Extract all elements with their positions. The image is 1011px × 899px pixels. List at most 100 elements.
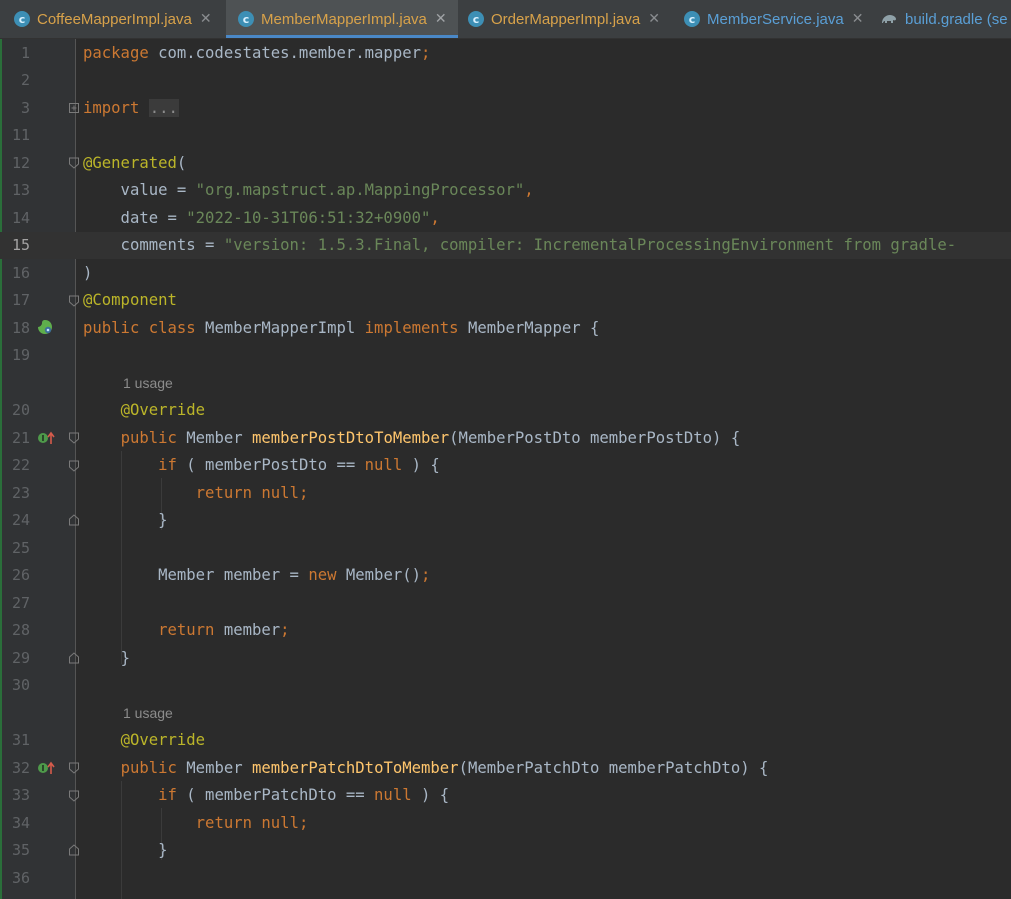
params: (MemberPatchDto memberPatchDto) { bbox=[458, 759, 769, 777]
keyword: if bbox=[158, 786, 177, 804]
semicolon: ; bbox=[420, 44, 431, 62]
close-icon[interactable]: ✕ bbox=[852, 11, 864, 27]
fold-end-icon[interactable] bbox=[69, 514, 79, 526]
string-literal: "2022-10-31T06:51:32+0900" bbox=[186, 209, 431, 227]
line-number: 25 bbox=[11, 539, 30, 557]
code-line-13[interactable]: value = "org.mapstruct.ap.MappingProcess… bbox=[83, 177, 534, 204]
line-number: 18 bbox=[11, 319, 30, 337]
fold-collapse-icon[interactable] bbox=[69, 762, 79, 774]
keyword: if bbox=[158, 456, 177, 474]
java-class-icon: c bbox=[468, 11, 484, 27]
annotation: @Component bbox=[83, 291, 177, 309]
line-number: 13 bbox=[11, 181, 30, 199]
code-line-34[interactable]: return null; bbox=[83, 810, 309, 837]
fold-collapse-icon[interactable] bbox=[69, 157, 79, 169]
code-line-35[interactable]: } bbox=[83, 837, 167, 864]
close-icon[interactable]: ✕ bbox=[435, 11, 447, 27]
comma: , bbox=[524, 181, 534, 199]
line-number: 33 bbox=[11, 786, 30, 804]
code-line-23[interactable]: return null; bbox=[83, 480, 309, 507]
folded-imports[interactable]: ... bbox=[148, 99, 179, 117]
condition: ( memberPostDto == bbox=[176, 456, 365, 474]
line-number: 22 bbox=[11, 456, 30, 474]
code-line-24[interactable]: } bbox=[83, 507, 167, 534]
brace: } bbox=[120, 649, 130, 667]
code-line-33[interactable]: if ( memberPatchDto == null ) { bbox=[83, 782, 449, 809]
fold-collapse-icon[interactable] bbox=[69, 432, 79, 444]
comma: , bbox=[430, 209, 440, 227]
class-name: MemberMapperImpl bbox=[195, 319, 365, 337]
tab-build-gradle[interactable]: build.gradle (se bbox=[880, 0, 1011, 38]
line-number: 16 bbox=[11, 264, 30, 282]
java-class-icon: c bbox=[14, 11, 30, 27]
keyword: implements bbox=[364, 319, 459, 337]
annotation: @Generated bbox=[83, 154, 177, 172]
fold-collapse-icon[interactable] bbox=[69, 790, 79, 802]
usage-hint[interactable]: 1 usage bbox=[123, 700, 173, 727]
line-number: 3 bbox=[20, 99, 30, 117]
params: (MemberPostDto memberPostDto) { bbox=[449, 429, 741, 447]
code-line-28[interactable]: return member; bbox=[83, 617, 289, 644]
code-line-15[interactable]: comments = "version: 1.5.3.Final, compil… bbox=[83, 232, 957, 259]
usage-hint[interactable]: 1 usage bbox=[123, 370, 173, 397]
code-line-16[interactable]: ) bbox=[83, 260, 92, 287]
code-line-32[interactable]: public Member memberPatchDtoToMember(Mem… bbox=[83, 755, 769, 782]
tab-label: build.gradle (se bbox=[905, 10, 1008, 28]
line-number: 35 bbox=[11, 841, 30, 859]
fold-end-icon[interactable] bbox=[69, 844, 79, 856]
code-line-26[interactable]: Member member = new Member(); bbox=[83, 562, 430, 589]
tab-label: CoffeeMapperImpl.java bbox=[37, 10, 192, 28]
code-line-21[interactable]: public Member memberPostDtoToMember(Memb… bbox=[83, 425, 741, 452]
attr-key: date = bbox=[83, 209, 187, 227]
code-line-31[interactable]: @Override bbox=[83, 727, 206, 754]
line-number: 32 bbox=[11, 759, 30, 777]
code-line-18[interactable]: public class MemberMapperImpl implements… bbox=[83, 315, 599, 342]
fold-expand-icon[interactable] bbox=[69, 102, 79, 114]
code-line-20[interactable]: @Override bbox=[83, 397, 206, 424]
line-number-current: 15 bbox=[11, 236, 30, 254]
code-line-3[interactable]: import ... bbox=[83, 95, 179, 122]
fold-collapse-icon[interactable] bbox=[69, 460, 79, 472]
close-condition: ) { bbox=[402, 456, 440, 474]
svg-text:I: I bbox=[42, 434, 45, 443]
line-number: 28 bbox=[11, 621, 30, 639]
keyword: return bbox=[195, 484, 253, 502]
implements-method-icon[interactable]: I bbox=[37, 431, 55, 445]
tab-label: MemberService.java bbox=[707, 10, 844, 28]
line-number: 14 bbox=[11, 209, 30, 227]
code-line-17[interactable]: @Component bbox=[83, 287, 177, 314]
tab-order-mapper-impl[interactable]: c OrderMapperImpl.java ✕ bbox=[468, 0, 678, 38]
line-number: 12 bbox=[11, 154, 30, 172]
keyword: null bbox=[252, 484, 299, 502]
fold-end-icon[interactable] bbox=[69, 652, 79, 664]
tab-coffee-mapper-impl[interactable]: c CoffeeMapperImpl.java ✕ bbox=[14, 0, 226, 38]
line-number: 11 bbox=[11, 126, 30, 144]
keyword: return bbox=[195, 814, 253, 832]
tab-member-mapper-impl[interactable]: c MemberMapperImpl.java ✕ bbox=[226, 0, 458, 38]
code-line-12[interactable]: @Generated( bbox=[83, 150, 186, 177]
tab-member-service[interactable]: c MemberService.java ✕ bbox=[684, 0, 874, 38]
condition: ( memberPatchDto == bbox=[176, 786, 375, 804]
code-line-29[interactable]: } bbox=[83, 645, 130, 672]
line-number: 2 bbox=[20, 71, 30, 89]
spring-bean-icon[interactable] bbox=[37, 319, 53, 335]
keyword: return bbox=[158, 621, 215, 639]
code-line-22[interactable]: if ( memberPostDto == null ) { bbox=[83, 452, 440, 479]
close-icon[interactable]: ✕ bbox=[648, 11, 660, 27]
java-class-icon: c bbox=[238, 11, 254, 27]
line-number: 24 bbox=[11, 511, 30, 529]
line-number: 27 bbox=[11, 594, 30, 612]
keyword: public bbox=[120, 759, 177, 777]
fold-collapse-icon[interactable] bbox=[69, 295, 79, 307]
method-name: memberPostDtoToMember bbox=[252, 429, 450, 447]
tab-label: OrderMapperImpl.java bbox=[491, 10, 641, 28]
implements-method-icon[interactable]: I bbox=[37, 761, 55, 775]
code-line-1[interactable]: package com.codestates.member.mapper; bbox=[83, 40, 430, 67]
line-number: 23 bbox=[11, 484, 30, 502]
line-number: 17 bbox=[11, 291, 30, 309]
java-class-icon: c bbox=[684, 11, 700, 27]
constructor-call: Member() bbox=[336, 566, 421, 584]
code-line-14[interactable]: date = "2022-10-31T06:51:32+0900", bbox=[83, 205, 440, 232]
keyword: null bbox=[252, 814, 299, 832]
close-icon[interactable]: ✕ bbox=[200, 11, 212, 27]
